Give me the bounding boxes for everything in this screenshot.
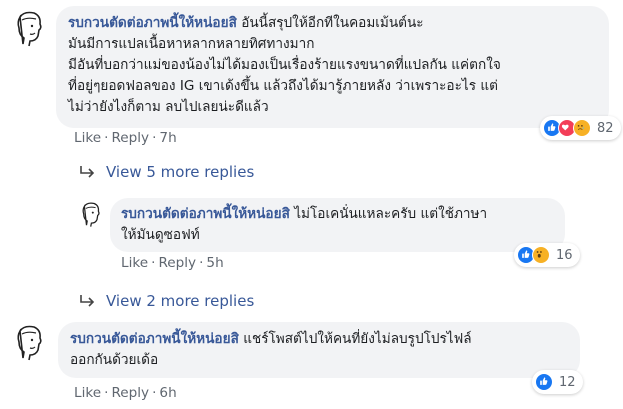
like-button[interactable]: Like (74, 130, 101, 146)
comment-author[interactable]: รบกวนตัดต่อภาพนี้ให้หน่อยสิ (70, 331, 239, 347)
reaction-count: 16 (556, 247, 573, 263)
comment-actions: Like · Reply · 5h (121, 255, 224, 271)
comment-text: แชร์โพสต์ไปให้คนที่ยังไม่ลบรูปโปรไฟล์ (243, 331, 472, 347)
sad-icon (573, 119, 591, 137)
comment-text: มันมีการแปลเนื้อหาหลากหลายทิศทางมาก (68, 36, 315, 52)
separator: · (199, 255, 204, 271)
reaction-summary[interactable]: 12 (532, 370, 583, 394)
reaction-summary[interactable]: 82 (540, 116, 621, 140)
view-more-label: View 2 more replies (106, 292, 255, 310)
separator: · (151, 255, 156, 271)
comment-actions: Like · Reply · 6h (74, 385, 177, 401)
avatar[interactable] (8, 322, 48, 362)
wow-icon (532, 246, 550, 264)
reply-button[interactable]: Reply (158, 255, 196, 271)
like-button[interactable]: Like (74, 385, 101, 401)
separator: · (152, 130, 157, 146)
comment-text: มีอันที่บอกว่าแม่ของน้องไม่ได้มองเป็นเรื… (68, 57, 501, 73)
separator: · (152, 385, 157, 401)
comment-text: ออกกันด้วยเด้อ (70, 352, 159, 368)
comment-actions: Like · Reply · 7h (74, 130, 177, 146)
reaction-summary[interactable]: 16 (514, 243, 580, 267)
reaction-count: 12 (559, 374, 576, 390)
reply-arrow-icon (80, 166, 95, 178)
reply-arrow-icon (80, 295, 95, 307)
profile-sketch-icon (76, 200, 104, 228)
comment-timestamp[interactable]: 6h (159, 385, 176, 401)
like-icon (535, 373, 553, 391)
comment-bubble: รบกวนตัดต่อภาพนี้ให้หน่อยสิ อันนี้สรุปให… (56, 6, 609, 128)
avatar[interactable] (8, 8, 48, 48)
like-button[interactable]: Like (121, 255, 148, 271)
comment-text: ให้มันดูซอฟท์ (121, 227, 200, 243)
comment-timestamp[interactable]: 5h (206, 255, 223, 271)
reaction-count: 82 (597, 120, 614, 136)
avatar[interactable] (76, 200, 104, 228)
view-more-label: View 5 more replies (106, 163, 255, 181)
comment-text: อันนี้สรุปให้อีกทีในคอมเม้นต์นะ (241, 15, 424, 31)
comment-text: ไม่ว่ายังไงก็ตาม ลบไปเลยน่ะดีแล้ว (68, 99, 269, 115)
profile-sketch-icon (8, 322, 48, 362)
comment-text: ที่อยู่ๆยอดฟอลของ IG เขาเด้งขึ้น แล้วถึง… (68, 78, 498, 94)
comment-bubble: รบกวนตัดต่อภาพนี้ให้หน่อยสิ ไม่โอเคนั่นแ… (110, 198, 565, 252)
reply-button[interactable]: Reply (111, 130, 149, 146)
comment-text: ไม่โอเคนั่นแหละครับ แต่ใช้ภาษา (294, 206, 488, 222)
comment-author[interactable]: รบกวนตัดต่อภาพนี้ให้หน่อยสิ (121, 206, 290, 222)
reply-button[interactable]: Reply (111, 385, 149, 401)
comment-bubble: รบกวนตัดต่อภาพนี้ให้หน่อยสิ แชร์โพสต์ไปใ… (58, 322, 580, 378)
separator: · (104, 385, 109, 401)
separator: · (104, 130, 109, 146)
profile-sketch-icon (8, 8, 48, 48)
view-more-replies-button[interactable]: View 5 more replies (78, 163, 254, 181)
view-more-replies-button[interactable]: View 2 more replies (78, 292, 254, 310)
comment-timestamp[interactable]: 7h (159, 130, 176, 146)
comment-author[interactable]: รบกวนตัดต่อภาพนี้ให้หน่อยสิ (68, 15, 237, 31)
